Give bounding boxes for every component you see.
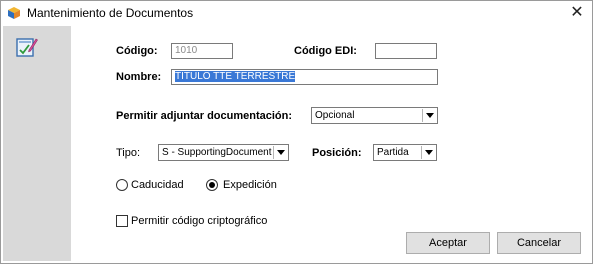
radio-caducidad-label: Caducidad [131,179,184,191]
nombre-label: Nombre: [116,71,162,83]
tipo-label: Tipo: [116,147,141,159]
cancel-button[interactable]: Cancelar [497,232,581,254]
posicion-label: Posición: [312,147,362,159]
close-icon: ✕ [570,4,584,21]
window-title: Mantenimiento de Documentos [27,6,194,20]
adjuntar-value: Opcional [315,110,355,121]
cripto-checkbox-label: Permitir código criptográfico [131,215,268,227]
chevron-down-icon [273,146,287,159]
posicion-value: Partida [377,147,409,158]
form-area: Código: 1010 Código EDI: Nombre: TITULO … [72,26,590,261]
radio-expedicion[interactable] [206,179,218,191]
accept-button[interactable]: Aceptar [406,232,490,254]
codigo-label: Código: [116,45,158,57]
radio-caducidad[interactable] [116,179,128,191]
app-cube-icon [8,7,20,19]
tipo-value: S - SupportingDocument [162,147,272,158]
cripto-checkbox[interactable] [116,215,128,227]
chevron-down-icon [421,146,435,159]
codigo-edi-field[interactable] [375,43,437,59]
radio-expedicion-label: Expedición [223,179,277,191]
codigo-field[interactable]: 1010 [171,43,233,59]
nombre-field[interactable]: TITULO TTE TERRESTRE [171,69,438,85]
chevron-down-icon [422,109,436,122]
codigo-edi-label: Código EDI: [294,45,357,57]
dialog-window: Mantenimiento de Documentos ✕ Código: 10… [0,0,593,264]
codigo-value: 1010 [175,45,198,56]
tipo-dropdown[interactable]: S - SupportingDocument [158,144,289,161]
adjuntar-label: Permitir adjuntar documentación: [116,110,293,122]
posicion-dropdown[interactable]: Partida [373,144,437,161]
side-panel [3,26,71,261]
document-edit-icon [16,38,38,57]
adjuntar-dropdown[interactable]: Opcional [311,107,438,124]
close-button[interactable]: ✕ [562,1,592,25]
nombre-value: TITULO TTE TERRESTRE [175,71,296,82]
title-bar: Mantenimiento de Documentos ✕ [1,1,592,25]
